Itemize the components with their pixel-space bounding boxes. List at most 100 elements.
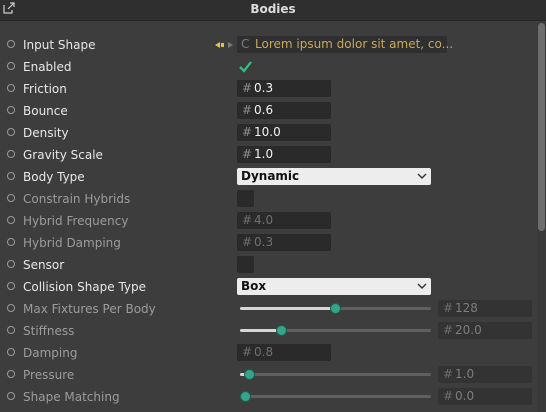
stiffness-value: 20.0 (455, 323, 482, 337)
parameter-dot-icon[interactable] (7, 106, 15, 114)
label-damping: Damping (23, 346, 78, 360)
row-bounce: Bounce # 0.6 (0, 100, 536, 122)
row-max-fixtures: Max Fixtures Per Body # 128 (0, 298, 536, 320)
scrollbar-thumb[interactable] (538, 23, 545, 231)
number-type-icon: # (242, 125, 253, 139)
parameter-dot-icon[interactable] (7, 128, 15, 136)
slider-fill (240, 307, 335, 310)
slider-handle[interactable] (240, 391, 251, 402)
hybrid-damping-field[interactable]: # 0.3 (237, 234, 331, 251)
number-type-icon: # (242, 345, 253, 359)
row-density: Density # 10.0 (0, 122, 536, 144)
chevron-down-icon (417, 173, 427, 179)
vertical-scrollbar[interactable] (537, 21, 546, 412)
input-shape-field[interactable]: C Lorem ipsum dolor sit amet, co... (237, 36, 453, 53)
label-gravity-scale: Gravity Scale (23, 148, 103, 162)
label-hybrid-damping: Hybrid Damping (23, 236, 121, 250)
parameter-dot-icon[interactable] (7, 348, 15, 356)
body-type-value: Dynamic (241, 169, 300, 183)
label-bounce: Bounce (23, 104, 68, 118)
hybrid-damping-value: 0.3 (254, 235, 274, 249)
gravity-scale-field[interactable]: # 1.0 (237, 146, 331, 163)
number-type-icon: # (242, 235, 253, 249)
parameter-dot-icon[interactable] (7, 238, 15, 246)
row-hybrid-damping: Hybrid Damping # 0.3 (0, 232, 536, 254)
slider-track (240, 373, 431, 376)
parameter-dot-icon[interactable] (7, 282, 15, 290)
shape-matching-value: 0.0 (455, 389, 475, 403)
hybrid-frequency-field[interactable]: # 4.0 (237, 212, 331, 229)
row-collision-shape-type: Collision Shape Type Box (0, 276, 536, 298)
row-enabled: Enabled (0, 56, 536, 78)
row-constrain-hybrids: Constrain Hybrids (0, 188, 536, 210)
parameter-dot-icon[interactable] (7, 260, 15, 268)
hybrid-frequency-value: 4.0 (254, 213, 274, 227)
label-shape-matching: Shape Matching (23, 390, 120, 404)
friction-value: 0.3 (254, 81, 274, 95)
label-collision-shape-type: Collision Shape Type (23, 280, 147, 294)
number-type-icon: # (242, 81, 253, 95)
label-stiffness: Stiffness (23, 324, 75, 338)
slider-handle[interactable] (276, 325, 287, 336)
parameter-dot-icon[interactable] (7, 62, 15, 70)
row-input-shape: Input Shape C Lorem ipsum dolor sit amet… (0, 34, 536, 56)
parameter-dot-icon[interactable] (7, 326, 15, 334)
label-density: Density (23, 126, 69, 140)
bounce-field[interactable]: # 0.6 (237, 102, 331, 119)
pressure-field[interactable]: # 1.0 (438, 366, 532, 383)
gravity-scale-value: 1.0 (254, 147, 274, 161)
body-type-select[interactable]: Dynamic (237, 168, 431, 185)
row-shape-matching: Shape Matching # 0.0 (0, 386, 536, 408)
max-fixtures-value: 128 (455, 301, 478, 315)
slider-handle[interactable] (243, 369, 255, 380)
collision-shape-type-value: Box (241, 279, 267, 293)
label-input-shape: Input Shape (23, 38, 96, 52)
sensor-checkbox[interactable] (237, 256, 254, 273)
stiffness-field[interactable]: # 20.0 (438, 322, 532, 339)
label-pressure: Pressure (23, 368, 75, 382)
bounce-value: 0.6 (254, 103, 274, 117)
label-hybrid-frequency: Hybrid Frequency (23, 214, 129, 228)
label-sensor: Sensor (23, 258, 65, 272)
parameter-dot-icon[interactable] (7, 304, 15, 312)
panel-titlebar: Bodies (0, 0, 546, 21)
row-body-type: Body Type Dynamic (0, 166, 536, 188)
shape-matching-slider[interactable] (237, 386, 431, 408)
connector-arrow-icon[interactable] (213, 39, 235, 51)
damping-value: 0.8 (254, 345, 274, 359)
max-fixtures-field[interactable]: # 128 (438, 300, 532, 317)
number-type-icon: # (443, 367, 454, 381)
row-sensor: Sensor (0, 254, 536, 276)
constrain-hybrids-checkbox[interactable] (237, 190, 254, 207)
parameter-dot-icon[interactable] (7, 172, 15, 180)
number-type-icon: # (443, 389, 454, 403)
parameter-dot-icon[interactable] (7, 84, 15, 92)
parameter-dot-icon[interactable] (7, 150, 15, 158)
parameter-dot-icon[interactable] (7, 370, 15, 378)
number-type-icon: # (242, 213, 253, 227)
parameter-dot-icon[interactable] (7, 392, 15, 400)
pressure-slider[interactable] (237, 364, 431, 386)
damping-field[interactable]: # 0.8 (237, 344, 331, 361)
label-max-fixtures: Max Fixtures Per Body (23, 302, 156, 316)
label-body-type: Body Type (23, 170, 85, 184)
max-fixtures-slider[interactable] (237, 298, 431, 320)
parameter-dot-icon[interactable] (7, 40, 15, 48)
panel-title: Bodies (250, 2, 296, 16)
stiffness-slider[interactable] (237, 320, 431, 342)
friction-field[interactable]: # 0.3 (237, 80, 331, 97)
collision-shape-type-select[interactable]: Box (237, 278, 431, 295)
enabled-checkbox[interactable] (237, 58, 254, 75)
row-pressure: Pressure # 1.0 (0, 364, 536, 386)
slider-handle[interactable] (330, 303, 341, 314)
row-damping: Damping # 0.8 (0, 342, 536, 364)
parameter-dot-icon[interactable] (7, 194, 15, 202)
number-type-icon: # (242, 103, 253, 117)
label-friction: Friction (23, 82, 67, 96)
density-field[interactable]: # 10.0 (237, 124, 331, 141)
number-type-icon: # (443, 323, 454, 337)
number-type-icon: # (443, 301, 454, 315)
slider-track (240, 395, 431, 398)
parameter-dot-icon[interactable] (7, 216, 15, 224)
shape-matching-field[interactable]: # 0.0 (438, 388, 532, 405)
